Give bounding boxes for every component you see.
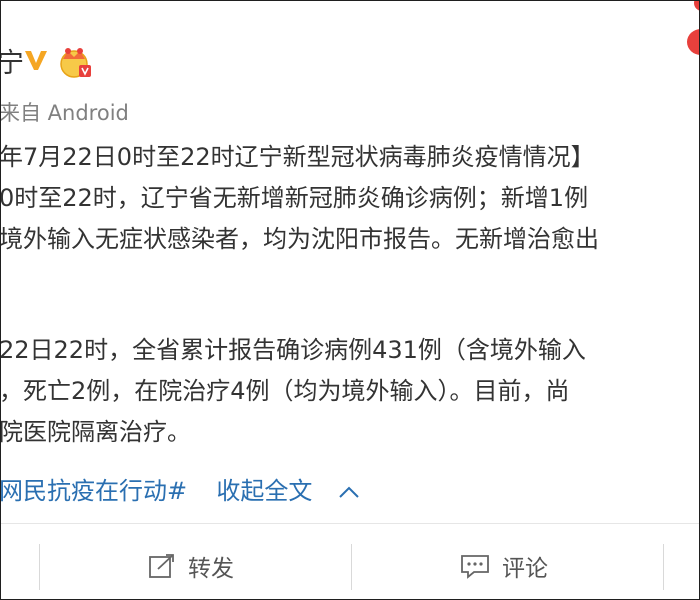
weibo-post-card: 宁 来自 Android 年7月22日0时至22时辽宁新型冠状病毒肺炎疫情情况】… [0, 0, 700, 600]
post-text-line: 22日22时，全省累计报告确诊病例431例（含境外输入 [0, 336, 586, 364]
post-text-line: 0时至22时，辽宁省无新增新冠肺炎确诊病例；新增1例 [0, 184, 589, 212]
action-separator [39, 544, 40, 590]
verified-icon [25, 51, 47, 70]
comment-button[interactable]: 评论 [460, 549, 548, 583]
repost-label: 转发 [188, 556, 234, 582]
notification-dot [694, 1, 699, 11]
notification-badge[interactable] [687, 29, 699, 55]
action-bar-divider [1, 523, 699, 524]
author-name[interactable]: 宁 [1, 41, 24, 80]
crown-member-icon[interactable] [55, 45, 93, 79]
repost-button[interactable]: 转发 [148, 549, 234, 583]
hashtag-link[interactable]: 网民抗疫在行动# [1, 477, 187, 505]
post-text-line: 境外输入无症状感染者，均为沈阳市报告。无新增治愈出 [0, 225, 599, 253]
post-body: 年7月22日0时至22时辽宁新型冠状病毒肺炎疫情情况】 0时至22时，辽宁省无新… [0, 137, 699, 453]
repost-icon [149, 554, 174, 578]
comment-icon [461, 555, 489, 579]
post-footer-links: 网民抗疫在行动# 收起全文 [1, 471, 360, 506]
post-text-line: 年7月22日0时至22时辽宁新型冠状病毒肺炎疫情情况】 [0, 143, 595, 171]
action-separator [351, 544, 352, 590]
post-text-line: ，死亡2例，在院治疗4例（均为境外输入）。目前，尚 [0, 377, 570, 405]
post-text-line: 院医院隔离治疗。 [0, 418, 191, 446]
action-separator [663, 544, 664, 590]
collapse-full-text-link[interactable]: 收起全文 [216, 477, 312, 505]
chevron-up-icon[interactable] [338, 485, 360, 499]
comment-label: 评论 [502, 556, 548, 582]
post-source: 来自 Android [0, 101, 129, 125]
